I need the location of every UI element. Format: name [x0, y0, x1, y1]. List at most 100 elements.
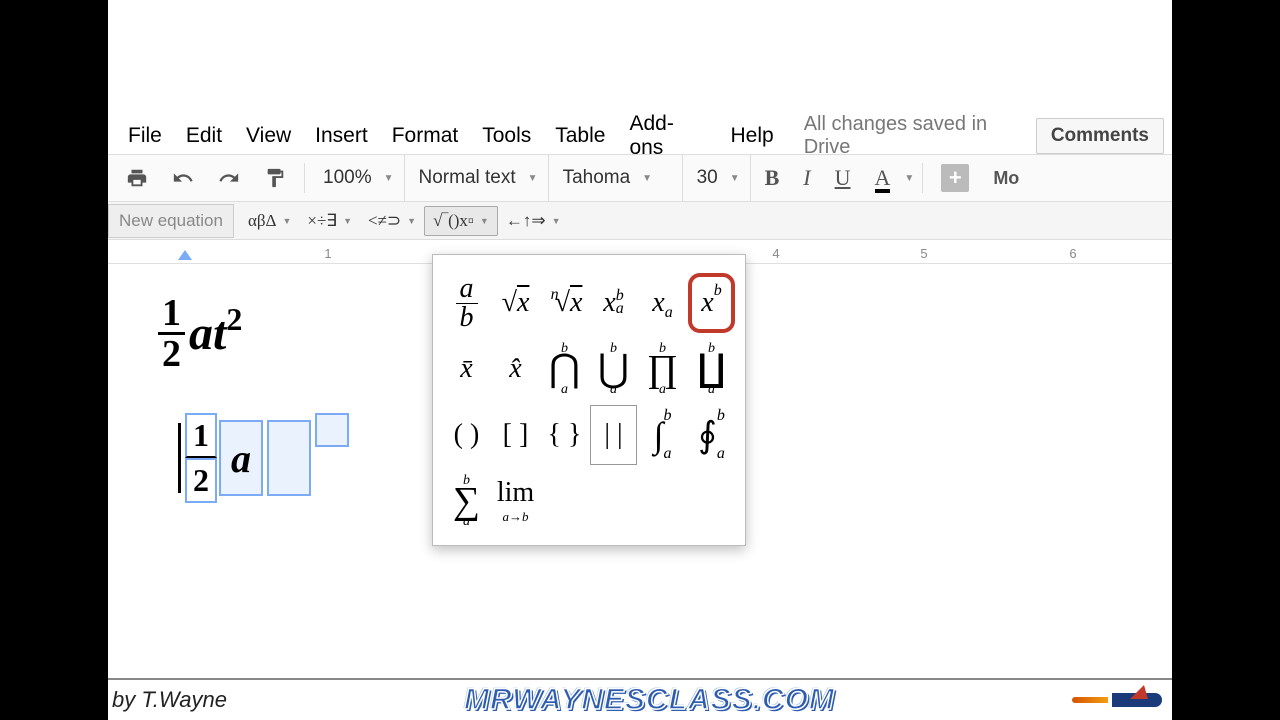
print-icon[interactable]	[116, 161, 158, 195]
eq-arrows-dropdown[interactable]: ←↑⇒▼	[498, 207, 569, 235]
more-button[interactable]: Mo	[983, 162, 1029, 195]
math-fraction[interactable]: ab	[443, 273, 490, 333]
footer: by T.Wayne MRWAYNESCLASS.COM	[108, 678, 1172, 720]
panel-spacer	[541, 471, 588, 531]
lim-label: lim	[497, 477, 534, 509]
fraction-edit[interactable]: 1 2	[185, 413, 217, 503]
new-equation-button[interactable]: New equation	[108, 204, 234, 238]
math-contour-integral[interactable]: ∮ba	[688, 405, 735, 465]
menu-edit[interactable]: Edit	[174, 120, 234, 152]
redo-icon[interactable]	[208, 161, 250, 195]
separator	[304, 163, 305, 193]
cup-icon: ⋃	[598, 354, 629, 384]
sup-x: x	[701, 287, 713, 319]
sum-a: a	[463, 516, 470, 527]
text-color-button[interactable]: A	[865, 159, 901, 197]
zoom-dropdown[interactable]: 100% ▼	[313, 155, 405, 201]
undo-icon[interactable]	[162, 161, 204, 195]
ruler-mark: 6	[1069, 246, 1076, 261]
math-union[interactable]: b⋃a	[590, 339, 637, 399]
math-subsup[interactable]: xba	[590, 273, 637, 333]
underline-button[interactable]: U	[825, 159, 861, 197]
math-superscript[interactable]: xb	[688, 273, 735, 333]
font-value: Tahoma	[563, 167, 631, 189]
eq-math-dropdown[interactable]: √‾()x▫▼	[424, 206, 498, 236]
math-integral[interactable]: ∫ba	[639, 405, 686, 465]
math-brace[interactable]: { }	[541, 405, 588, 465]
font-dropdown[interactable]: Tahoma ▼	[553, 155, 683, 201]
menu-file[interactable]: File	[116, 120, 174, 152]
panel-spacer	[688, 471, 735, 531]
caret-down-icon[interactable]: ▼	[904, 173, 914, 184]
ruler-mark: 5	[920, 246, 927, 261]
paint-format-icon[interactable]	[254, 161, 296, 195]
italic-button[interactable]: I	[793, 159, 820, 197]
save-status: All changes saved in Drive	[804, 113, 1036, 159]
op-a: a	[659, 384, 666, 395]
math-product[interactable]: b∏a	[639, 339, 686, 399]
menu-view[interactable]: View	[234, 120, 303, 152]
math-sqrt[interactable]: √x	[492, 273, 539, 333]
menu-table[interactable]: Table	[543, 120, 617, 152]
comments-button[interactable]: Comments	[1036, 118, 1164, 154]
eq-greek-label: αβΔ	[248, 211, 277, 231]
math-subscript[interactable]: xa	[639, 273, 686, 333]
sup-b: b	[714, 282, 722, 300]
text-cursor	[178, 423, 181, 493]
math-operations-panel: ab √x n√x xba xa xb x̄ x̂ b⋂a	[432, 254, 746, 546]
eq-greek-dropdown[interactable]: αβΔ▼	[240, 207, 299, 235]
exponent: 2	[226, 301, 242, 338]
empty-base-box[interactable]	[267, 420, 311, 496]
title-area	[108, 0, 1172, 118]
insert-button[interactable]: +	[931, 158, 979, 198]
panel-spacer	[639, 471, 686, 531]
var-box-a[interactable]: a	[219, 420, 263, 496]
math-abs[interactable]: | |	[590, 405, 637, 465]
jet-icon	[1072, 685, 1162, 715]
eq-ops-dropdown[interactable]: ×÷∃▼	[299, 207, 360, 235]
byline: by T.Wayne	[108, 687, 227, 713]
cap-icon: ⋂	[549, 354, 580, 384]
math-coproduct[interactable]: b∐a	[688, 339, 735, 399]
empty-exponent-box[interactable]	[315, 413, 349, 447]
oint-icon: ∮	[698, 414, 717, 456]
menu-tools[interactable]: Tools	[470, 120, 543, 152]
app-window: File Edit View Insert Format Tools Table…	[108, 0, 1172, 720]
math-paren[interactable]: ( )	[443, 405, 490, 465]
prod-icon: ∏	[647, 354, 678, 384]
math-bar[interactable]: x̄	[443, 339, 490, 399]
menu-insert[interactable]: Insert	[303, 120, 380, 152]
ruler-mark: 4	[772, 246, 779, 261]
menu-help[interactable]: Help	[718, 120, 785, 152]
math-bracket[interactable]: [ ]	[492, 405, 539, 465]
sub-x: x	[652, 287, 664, 319]
eq-math-label: √‾()x▫	[433, 211, 474, 231]
indent-marker-icon[interactable]	[178, 250, 192, 260]
equation-toolbar: New equation αβΔ▼ ×÷∃▼ <≠⊃▼ √‾()x▫▼ ←↑⇒▼	[108, 202, 1172, 240]
int-b: b	[663, 397, 671, 435]
int-a: a	[663, 435, 671, 473]
zoom-value: 100%	[323, 167, 372, 189]
oint-a: a	[717, 435, 725, 473]
math-sum[interactable]: b∑a	[443, 471, 490, 531]
document-body[interactable]: 1 2 a t 2 1 2 a ab √x	[108, 264, 1172, 684]
ruler-mark: 1	[324, 246, 331, 261]
sqrt-x: x	[517, 287, 529, 319]
math-nroot[interactable]: n√x	[541, 273, 588, 333]
math-hat[interactable]: x̂	[492, 339, 539, 399]
lim-sub: a→b	[503, 509, 529, 525]
var-t: t	[213, 306, 226, 361]
menu-format[interactable]: Format	[380, 120, 471, 152]
math-intersection[interactable]: b⋂a	[541, 339, 588, 399]
fontsize-dropdown[interactable]: 30 ▼	[687, 155, 751, 201]
separator	[922, 163, 923, 193]
numerator-field[interactable]: 1	[185, 413, 217, 458]
nroot-x: x	[570, 287, 582, 319]
denominator-field[interactable]: 2	[185, 458, 217, 503]
fraction: 1 2	[158, 294, 185, 373]
style-value: Normal text	[419, 167, 516, 189]
math-limit[interactable]: lima→b	[492, 471, 539, 531]
eq-rel-dropdown[interactable]: <≠⊃▼	[360, 207, 424, 235]
bold-button[interactable]: B	[755, 159, 790, 197]
style-dropdown[interactable]: Normal text ▼	[409, 155, 549, 201]
